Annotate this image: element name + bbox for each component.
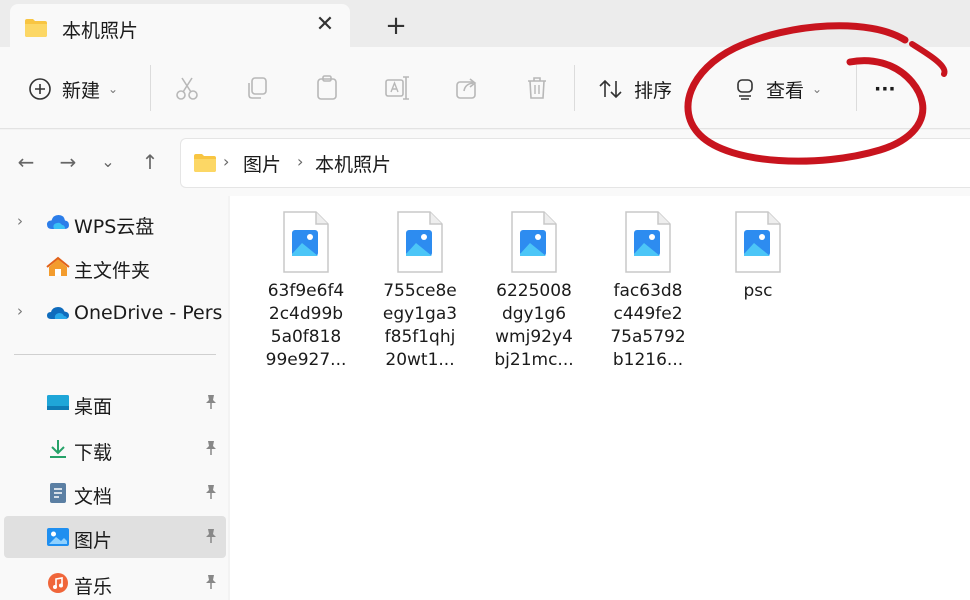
file-item[interactable]: fac63d8 c449fe2 75a5792 b1216... [594, 210, 702, 372]
folder-icon [25, 19, 47, 37]
recent-locations-button[interactable]: ⌄ [94, 148, 122, 176]
sidebar-item-label: 文档 [74, 486, 113, 508]
new-tab-button[interactable]: + [380, 10, 412, 42]
download-icon [50, 440, 66, 458]
image-file-icon [511, 211, 557, 273]
more-options-button[interactable]: ··· [874, 69, 896, 109]
copy-icon[interactable] [242, 73, 272, 103]
file-item[interactable]: 63f9e6f4 2c4d99b 5a0f818 99e927... [252, 210, 360, 372]
view-label: 查看 [766, 79, 805, 102]
file-name: 6225008 dgy1g6 wmj92y4 bj21mc... [494, 281, 574, 370]
address-bar[interactable]: › 图片 › 本机照片 [180, 138, 970, 188]
sidebar-item-home[interactable]: 主文件夹 [0, 246, 228, 288]
breadcrumb-separator: › [223, 152, 230, 171]
pictures-icon [47, 528, 69, 546]
desktop-icon [47, 395, 69, 410]
navigation-pane: › WPS云盘 主文件夹 › OneDrive - Pers 桌面 下载 文档 … [0, 196, 228, 600]
navigation-bar: ← → ⌄ ↑ › 图片 › 本机照片 [0, 130, 970, 196]
chevron-down-icon: ⌄ [812, 82, 823, 96]
music-icon [48, 573, 68, 593]
home-icon [46, 256, 70, 276]
plus-circle-icon [29, 78, 51, 100]
rename-icon[interactable] [382, 73, 412, 103]
sidebar-item-pictures[interactable]: 图片 [4, 516, 226, 558]
forward-button[interactable]: → [54, 148, 82, 176]
sidebar-item-onedrive[interactable]: › OneDrive - Pers [0, 292, 228, 334]
cloud-icon [47, 215, 69, 229]
sidebar-item-wps-cloud[interactable]: › WPS云盘 [0, 202, 228, 244]
file-name: 63f9e6f4 2c4d99b 5a0f818 99e927... [265, 281, 347, 370]
sidebar-item-label: OneDrive - Pers [74, 302, 223, 324]
document-icon [50, 483, 66, 503]
sidebar-divider [14, 354, 216, 355]
image-file-icon [735, 211, 781, 273]
pin-icon[interactable] [204, 484, 218, 504]
image-file-icon [283, 211, 329, 273]
tab-title: 本机照片 [62, 20, 139, 42]
up-button[interactable]: ↑ [136, 148, 164, 176]
file-item[interactable]: 6225008 dgy1g6 wmj92y4 bj21mc... [480, 210, 588, 372]
delete-icon[interactable] [522, 73, 552, 103]
file-item[interactable]: 755ce8e egy1ga3 f85f1qhj 20wt1... [366, 210, 474, 372]
pin-icon[interactable] [204, 440, 218, 460]
title-bar: 本机照片 ✕ + [0, 0, 970, 47]
new-button[interactable]: 新建 ⌄ [28, 69, 118, 109]
breadcrumb-item-local-photos[interactable]: 本机照片 [315, 150, 391, 177]
separator [574, 65, 575, 111]
new-label: 新建 [62, 79, 101, 102]
tab-current[interactable]: 本机照片 ✕ [10, 4, 350, 47]
share-icon[interactable] [452, 73, 482, 103]
expand-icon[interactable]: › [17, 212, 23, 230]
file-name: psc [743, 281, 773, 301]
separator [856, 65, 857, 111]
folder-icon [194, 154, 216, 172]
pin-icon[interactable] [204, 528, 218, 548]
pin-icon[interactable] [204, 574, 218, 594]
back-button[interactable]: ← [12, 148, 40, 176]
separator [150, 65, 151, 111]
sort-label: 排序 [634, 79, 673, 102]
breadcrumb-separator: › [297, 152, 304, 171]
file-name: 755ce8e egy1ga3 f85f1qhj 20wt1... [382, 281, 458, 370]
sort-button[interactable]: 排序 [598, 69, 672, 109]
image-file-icon [625, 211, 671, 273]
pin-icon[interactable] [204, 394, 218, 414]
file-list: 63f9e6f4 2c4d99b 5a0f818 99e927... 755ce8e e… [230, 196, 970, 600]
sidebar-item-label: 图片 [74, 530, 113, 552]
file-name: fac63d8 c449fe2 75a5792 b1216... [610, 281, 686, 370]
sidebar-item-label: WPS云盘 [74, 216, 155, 238]
breadcrumb-item-pictures[interactable]: 图片 [243, 150, 281, 177]
command-bar: 新建 ⌄ 排序 查看 ⌄ ··· [0, 47, 970, 129]
sidebar-item-label: 桌面 [74, 396, 113, 418]
sidebar-item-documents[interactable]: 文档 [0, 472, 228, 514]
view-icon [737, 79, 753, 100]
sidebar-item-label: 音乐 [74, 576, 113, 598]
expand-icon[interactable]: › [17, 302, 23, 320]
onedrive-icon [47, 307, 69, 319]
sidebar-item-desktop[interactable]: 桌面 [0, 382, 228, 424]
chevron-down-icon: ⌄ [108, 82, 119, 96]
sidebar-item-music[interactable]: 音乐 [0, 562, 228, 600]
cut-icon[interactable] [172, 73, 202, 103]
sidebar-item-label: 下载 [74, 442, 113, 464]
paste-icon[interactable] [312, 73, 342, 103]
sort-arrows-icon [599, 79, 622, 99]
view-button[interactable]: 查看 ⌄ [734, 69, 822, 109]
sidebar-item-downloads[interactable]: 下载 [0, 428, 228, 470]
image-file-icon [397, 211, 443, 273]
sidebar-item-label: 主文件夹 [74, 260, 151, 282]
close-tab-button[interactable]: ✕ [310, 10, 340, 40]
file-item[interactable]: psc [704, 210, 812, 303]
